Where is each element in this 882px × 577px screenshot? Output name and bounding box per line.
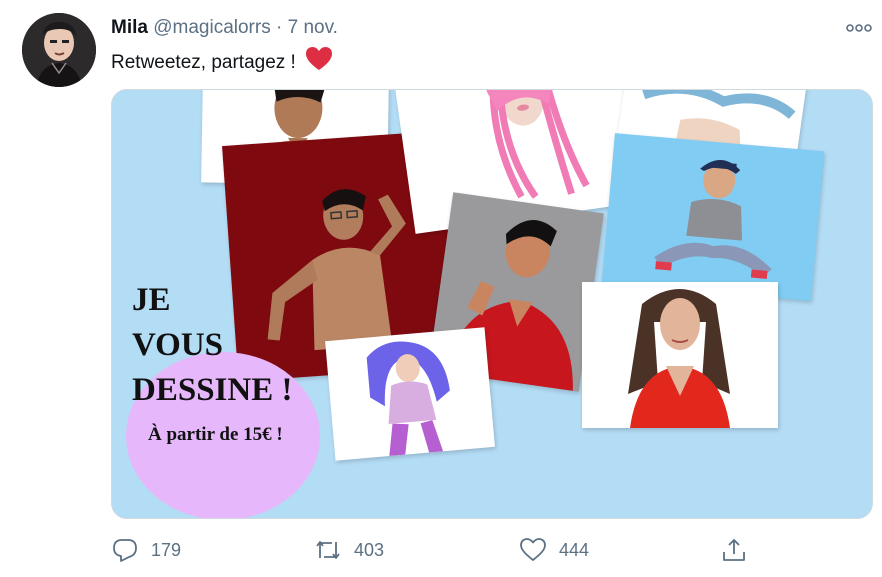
flyer-line-vous: VOUS	[132, 327, 224, 363]
price-text: À partir de 15€ !	[148, 424, 283, 445]
reply-icon	[113, 539, 137, 562]
author-handle[interactable]: @magicalorrs	[153, 17, 270, 38]
tweet-actions: 179 403 444	[0, 535, 882, 565]
drawing-card-red-dress	[582, 282, 778, 428]
separator-dot: ·	[276, 17, 283, 38]
tweet-media-image[interactable]: JE VOUS DESSINE ! À partir de 15€ !	[111, 89, 873, 519]
drawing-card-purple-hair	[325, 327, 495, 461]
reply-count: 179	[151, 539, 182, 560]
avatar-portrait	[22, 13, 96, 87]
like-count: 444	[559, 539, 590, 560]
more-options-button[interactable]	[846, 18, 872, 38]
more-icon	[846, 24, 872, 32]
red-heart-icon	[305, 46, 333, 80]
reply-button[interactable]: 179	[111, 535, 181, 565]
like-button[interactable]: 444	[519, 535, 589, 565]
share-button[interactable]	[720, 535, 760, 565]
drawing-card-blue-boy	[601, 133, 825, 301]
tweet-text: Retweetez, partagez !	[111, 46, 333, 80]
retweet-button[interactable]: 403	[314, 535, 384, 565]
author-name[interactable]: Mila	[111, 17, 148, 38]
tweet-date[interactable]: 7 nov.	[288, 17, 338, 38]
flyer-line-dessine: DESSINE !	[132, 372, 293, 408]
avatar[interactable]	[22, 13, 96, 87]
retweet-icon	[316, 541, 340, 559]
flyer-line-je: JE	[132, 282, 171, 318]
share-icon	[723, 539, 745, 561]
like-icon	[520, 538, 546, 561]
flyer-title: JE VOUS DESSINE !	[132, 278, 292, 413]
tweet-text-content: Retweetez, partagez !	[111, 52, 296, 73]
retweet-count: 403	[354, 539, 385, 560]
tweet-header: Mila @magicalorrs · 7 nov.	[111, 16, 338, 40]
